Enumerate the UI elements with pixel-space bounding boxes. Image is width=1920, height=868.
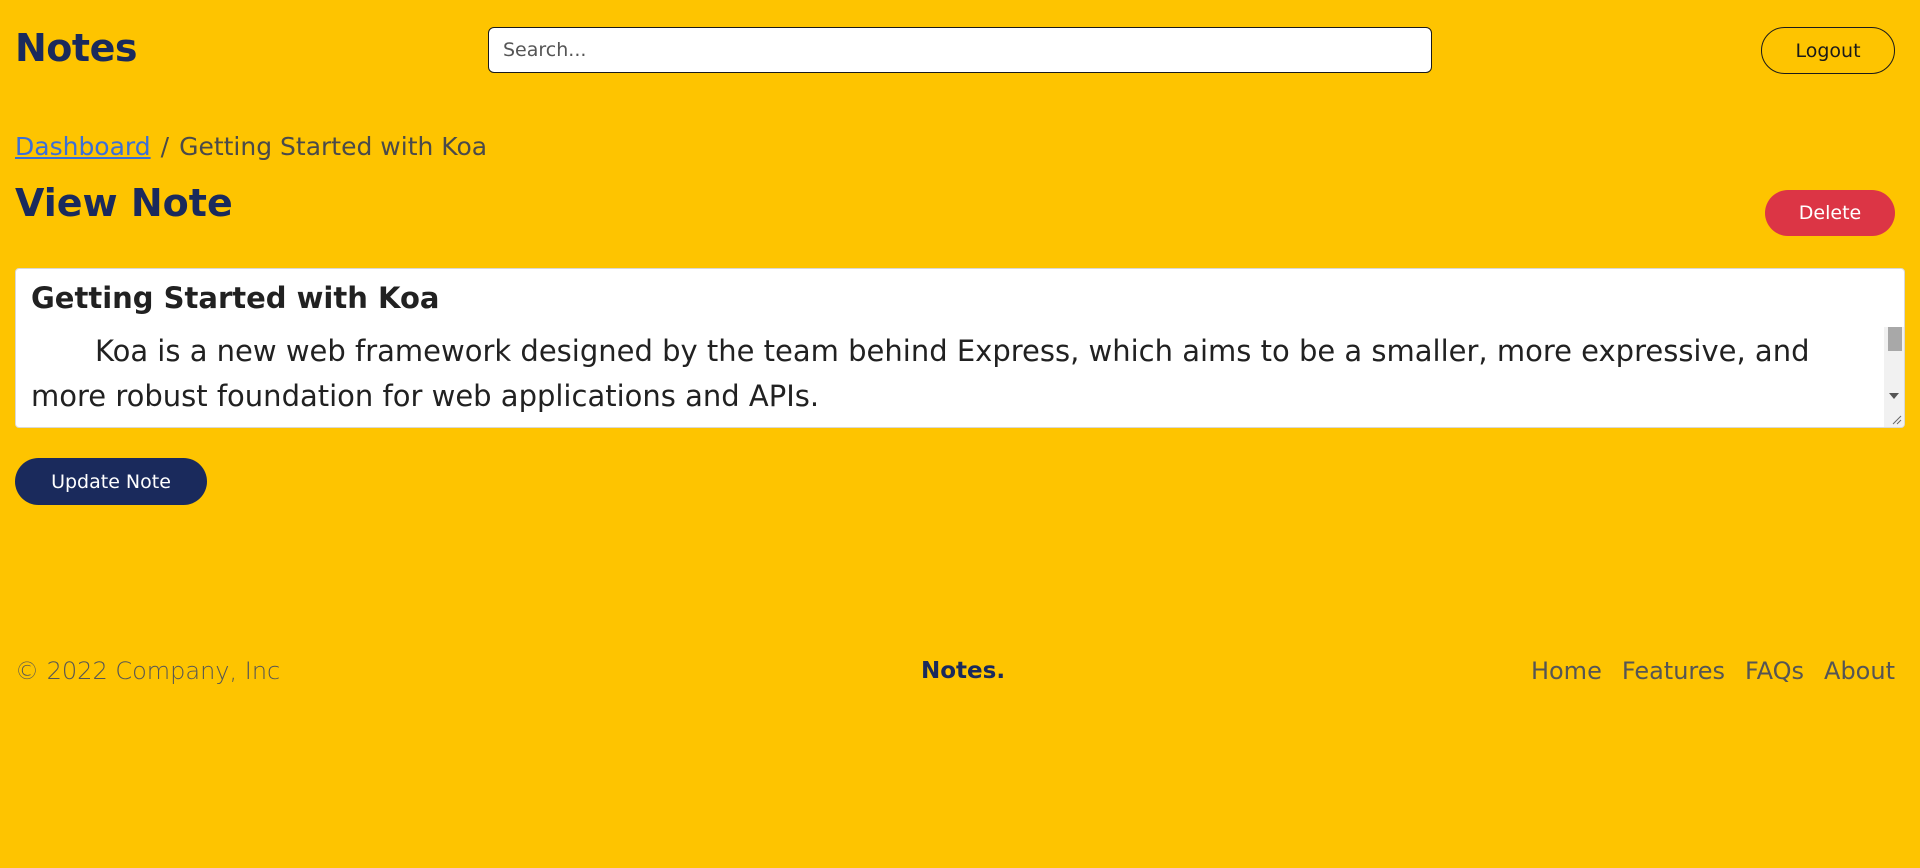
note-editor: Koa is a new web framework designed by t… <box>15 268 1905 428</box>
footer-brand[interactable]: Notes. <box>921 658 1005 684</box>
search-input[interactable] <box>488 27 1432 73</box>
footer-link-faqs[interactable]: FAQs <box>1745 657 1804 685</box>
footer-link-home[interactable]: Home <box>1531 657 1602 685</box>
delete-button[interactable]: Delete <box>1765 190 1895 236</box>
top-navbar: Notes Logout <box>0 0 1920 100</box>
breadcrumb-link-dashboard[interactable]: Dashboard <box>15 132 151 161</box>
footer-link-about[interactable]: About <box>1824 657 1895 685</box>
note-title-input[interactable] <box>31 281 1871 315</box>
brand-logo[interactable]: Notes <box>15 26 137 70</box>
footer-nav: Home Features FAQs About <box>1531 657 1895 685</box>
page-title: View Note <box>15 181 233 225</box>
breadcrumb: Dashboard / Getting Started with Koa <box>15 132 487 161</box>
breadcrumb-current: Getting Started with Koa <box>179 132 488 161</box>
note-body-text: Koa is a new web framework designed by t… <box>31 334 1810 413</box>
scrollbar-thumb[interactable] <box>1888 327 1902 351</box>
breadcrumb-separator: / <box>160 132 170 161</box>
logout-button[interactable]: Logout <box>1761 27 1895 74</box>
textarea-scrollbar[interactable] <box>1884 327 1904 427</box>
resize-handle-icon[interactable] <box>1890 413 1902 425</box>
footer-copyright: © 2022 Company, Inc <box>15 657 281 685</box>
update-note-button[interactable]: Update Note <box>15 458 207 505</box>
footer-link-features[interactable]: Features <box>1622 657 1725 685</box>
scroll-down-arrow-icon[interactable] <box>1889 393 1899 399</box>
note-body-textarea[interactable]: Koa is a new web framework designed by t… <box>31 329 1871 424</box>
